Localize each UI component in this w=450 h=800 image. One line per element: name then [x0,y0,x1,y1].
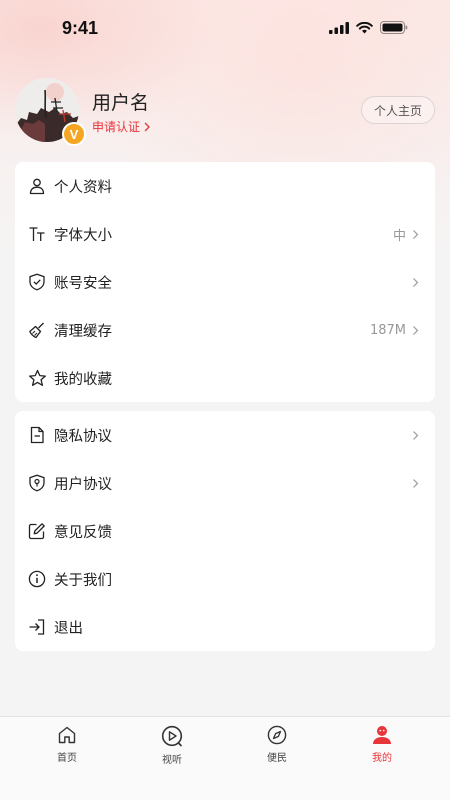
menu-item-label: 个人资料 [54,179,112,196]
status-icons [329,21,408,34]
home-icon [58,726,76,744]
menu-item-label: 关于我们 [54,572,112,589]
menu-item-profile[interactable]: 个人资料 [15,162,435,210]
font-size-value: 中 [392,228,406,244]
cache-size-value: 187M [369,322,406,338]
font-size-icon [27,224,47,244]
chevron-right-icon [413,277,419,287]
shield-check-icon [27,272,47,292]
menu-item-logout[interactable]: 退出 [15,603,435,651]
menu-item-label: 意见反馈 [54,524,112,541]
tab-label: 首页 [57,753,77,764]
chevron-right-icon [413,229,419,239]
personal-homepage-button[interactable]: 个人主页 [360,96,435,124]
apply-verification-link[interactable]: 申请认证 [92,118,151,135]
star-icon [27,368,47,388]
apply-verification-label: 申请认证 [92,120,141,134]
menu-item-label: 我的收藏 [54,371,112,388]
tab-label: 便民 [267,753,287,764]
document-icon [27,425,47,445]
chevron-right-icon [413,478,419,488]
tab-mine[interactable]: 我的 [352,725,412,764]
shield-location-icon [27,473,47,493]
signal-icon [329,21,349,34]
menu-item-label: 清理缓存 [54,323,112,340]
menu-item-clear-cache[interactable]: 清理缓存 187M [15,306,435,354]
chevron-right-icon [144,122,150,131]
verified-badge: V [62,122,86,146]
menu-item-label: 字体大小 [54,227,112,244]
menu-item-label: 隐私协议 [54,428,112,445]
bottom-tab-bar: 首页 视听 便民 我的 [0,716,450,800]
wifi-icon [356,21,373,33]
menu-item-account-security[interactable]: 账号安全 [15,258,435,306]
username[interactable]: 用户名 [92,88,149,115]
user-icon [373,726,391,744]
status-bar: 9:41 [0,0,450,58]
settings-card-1: 个人资料 字体大小 中 账号安全 清理缓存 187M 我的收藏 [15,162,435,402]
battery-icon [380,21,408,34]
menu-item-label: 退出 [54,620,83,637]
compass-icon [267,725,287,745]
chevron-right-icon [413,325,419,335]
menu-item-feedback[interactable]: 意见反馈 [15,507,435,555]
status-time: 9:41 [62,18,99,38]
tab-label: 视听 [162,755,182,766]
chevron-right-icon [413,430,419,440]
menu-item-privacy-policy[interactable]: 隐私协议 [15,411,435,459]
tab-label: 我的 [372,753,392,764]
menu-item-favorites[interactable]: 我的收藏 [15,354,435,402]
menu-item-about-us[interactable]: 关于我们 [15,555,435,603]
info-icon [27,569,47,589]
tab-media[interactable]: 视听 [142,725,202,766]
logout-icon [27,617,47,637]
menu-item-label: 账号安全 [54,275,112,292]
tab-home[interactable]: 首页 [37,725,97,764]
menu-item-label: 用户协议 [54,476,112,493]
edit-icon [27,521,47,541]
settings-card-2: 隐私协议 用户协议 意见反馈 关于我们 退出 [15,411,435,651]
profile-header: V 用户名 申请认证 个人主页 [0,76,450,148]
menu-item-user-agreement[interactable]: 用户协议 [15,459,435,507]
person-icon [27,176,47,196]
menu-item-font-size[interactable]: 字体大小 中 [15,210,435,258]
play-icon [161,725,183,747]
broom-icon [27,320,47,340]
tab-services[interactable]: 便民 [247,725,307,764]
